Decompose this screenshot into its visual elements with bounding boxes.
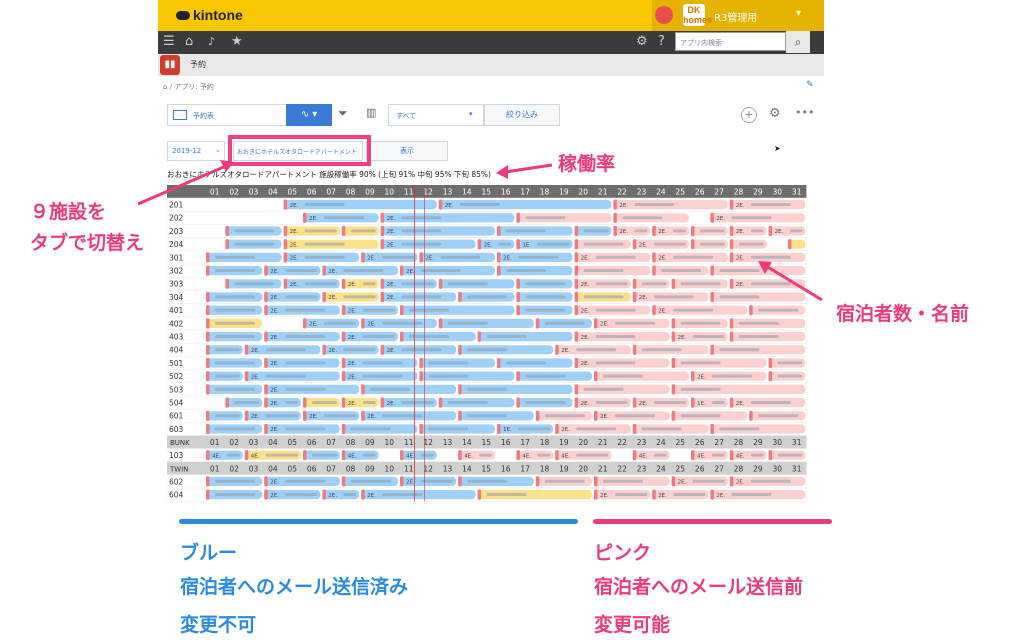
arrow-occupancy xyxy=(496,163,553,179)
annotation-occupancy: 稼働率 xyxy=(558,153,616,175)
blue-underline xyxy=(179,519,578,524)
legend-blue-title: ブルー xyxy=(180,542,238,564)
legend-blue-line2: 変更不可 xyxy=(180,614,257,636)
legend-pink-title: ピンク xyxy=(594,542,652,564)
legend-blue-line1: 宿泊者へのメール送信済み xyxy=(180,576,409,598)
legend-pink-line1: 宿泊者へのメール送信前 xyxy=(594,576,804,598)
arrow-guests xyxy=(758,261,823,302)
pink-underline xyxy=(593,519,832,524)
annotation-facility-tabs: ９施設を タブで切替え xyxy=(30,201,145,254)
annotation-guests: 宿泊者数・名前 xyxy=(836,303,970,325)
legend-pink-line2: 変更可能 xyxy=(594,614,671,636)
arrow-facility xyxy=(137,160,234,206)
